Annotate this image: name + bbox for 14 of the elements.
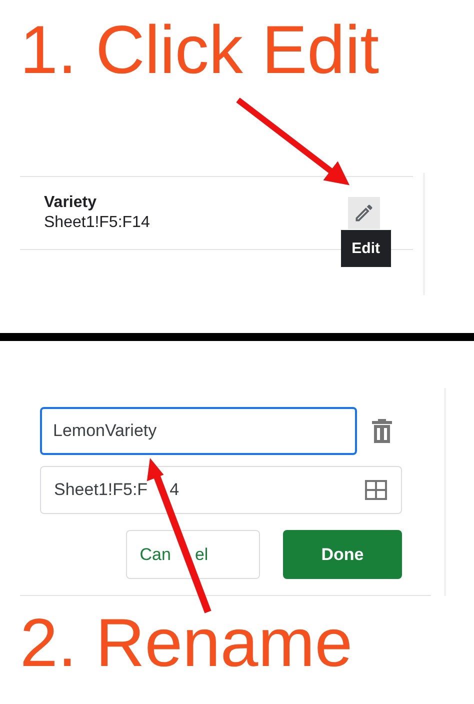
tooltip: Edit xyxy=(340,230,391,267)
range-name: Variety xyxy=(44,194,98,212)
grid-icon[interactable] xyxy=(365,480,387,500)
cancel-button[interactable]: Can el xyxy=(126,530,260,579)
range-text: Sheet1!F5:F 4 xyxy=(54,480,180,500)
done-button[interactable]: Done xyxy=(283,530,402,579)
pencil-icon xyxy=(353,202,375,224)
name-field[interactable]: LemonVariety xyxy=(40,407,357,455)
step-heading: 1. Click Edit xyxy=(19,11,379,90)
range-field[interactable]: Sheet1!F5:F 4 xyxy=(40,466,402,514)
trash-icon[interactable] xyxy=(371,418,393,444)
step-heading: 2. Rename xyxy=(19,604,353,683)
edit-button[interactable] xyxy=(348,197,380,229)
range-reference: Sheet1!F5:F14 xyxy=(44,214,150,232)
